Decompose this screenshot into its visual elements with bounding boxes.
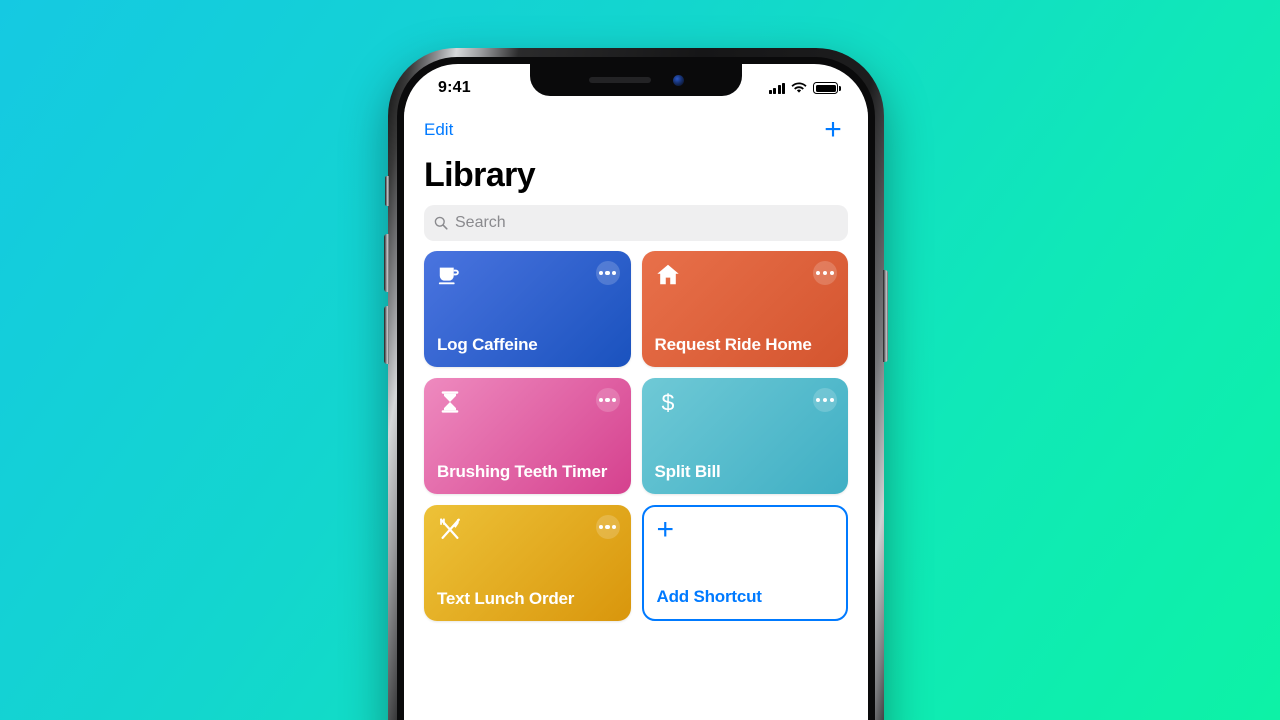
status-bar-indicators — [768, 82, 841, 94]
fork-knife-icon — [440, 518, 460, 539]
shortcut-title: Log Caffeine — [437, 335, 538, 355]
battery-icon — [813, 82, 841, 94]
ellipsis-icon — [598, 270, 603, 276]
iphone-device-frame: 9:41 Edit + Library Search Log Caffeine … — [384, 48, 888, 720]
device-bezel: 9:41 Edit + Library Search Log Caffeine … — [397, 57, 875, 720]
shortcut-card-text-lunch-order[interactable]: Text Lunch Order — [424, 505, 631, 621]
wifi-icon — [791, 82, 807, 93]
shortcuts-grid: Log Caffeine Request Ride Home Brushing … — [404, 251, 868, 621]
ellipsis-icon — [816, 270, 821, 276]
hourglass-icon — [441, 391, 459, 413]
card-more-options-button[interactable] — [595, 515, 620, 539]
add-shortcut-label: Add Shortcut — [656, 587, 762, 607]
volume-up-button[interactable] — [384, 234, 389, 292]
shortcut-title: Text Lunch Order — [437, 589, 575, 609]
card-more-options-button[interactable] — [813, 261, 837, 285]
volume-down-button[interactable] — [384, 306, 389, 364]
card-more-options-button[interactable] — [595, 261, 620, 285]
card-more-options-button[interactable] — [813, 388, 837, 412]
device-notch — [530, 64, 742, 96]
signal-bars-icon — [768, 82, 785, 94]
status-bar-time: 9:41 — [438, 79, 471, 96]
ellipsis-icon — [598, 397, 603, 403]
front-camera-icon — [672, 74, 684, 86]
shortcuts-app: Edit + Library Search Log Caffeine Reque… — [404, 108, 868, 720]
side-power-button[interactable] — [883, 270, 888, 362]
battery-level-fill — [815, 84, 836, 92]
coffee-cup-icon — [438, 267, 459, 285]
svg-text:$: $ — [661, 389, 674, 415]
plus-icon: + — [656, 513, 675, 546]
earpiece-speaker-icon — [588, 77, 651, 83]
shortcut-title: Request Ride Home — [654, 335, 812, 355]
search-input[interactable] — [455, 214, 838, 232]
ellipsis-icon — [598, 524, 603, 530]
add-shortcut-card[interactable]: + Add Shortcut — [641, 505, 848, 621]
search-bar[interactable] — [424, 205, 848, 241]
navigation-bar: Edit + — [404, 108, 868, 152]
search-container — [404, 205, 868, 251]
card-more-options-button[interactable] — [595, 388, 620, 412]
edit-button[interactable]: Edit — [424, 120, 453, 140]
add-shortcut-plus-button[interactable]: + — [818, 115, 848, 145]
shortcut-title: Brushing Teeth Timer — [437, 462, 608, 482]
house-icon — [656, 264, 679, 285]
search-icon — [434, 216, 448, 230]
dollar-sign-icon: $ — [661, 389, 674, 415]
ellipsis-icon — [816, 397, 821, 403]
shortcut-title: Split Bill — [654, 462, 721, 482]
screenshot-canvas: 9:41 Edit + Library Search Log Caffeine … — [0, 0, 1280, 720]
shortcut-card-brushing-teeth-timer[interactable]: Brushing Teeth Timer — [424, 378, 631, 494]
shortcut-card-log-caffeine[interactable]: Log Caffeine — [424, 251, 631, 367]
shortcut-card-request-ride-home[interactable]: Request Ride Home — [641, 251, 848, 367]
page-title: Library — [424, 156, 536, 194]
shortcut-card-split-bill[interactable]: $ Split Bill — [641, 378, 848, 494]
mute-switch-button[interactable] — [385, 176, 389, 206]
phone-screen: 9:41 Edit + Library Search Log Caffeine … — [404, 64, 868, 720]
